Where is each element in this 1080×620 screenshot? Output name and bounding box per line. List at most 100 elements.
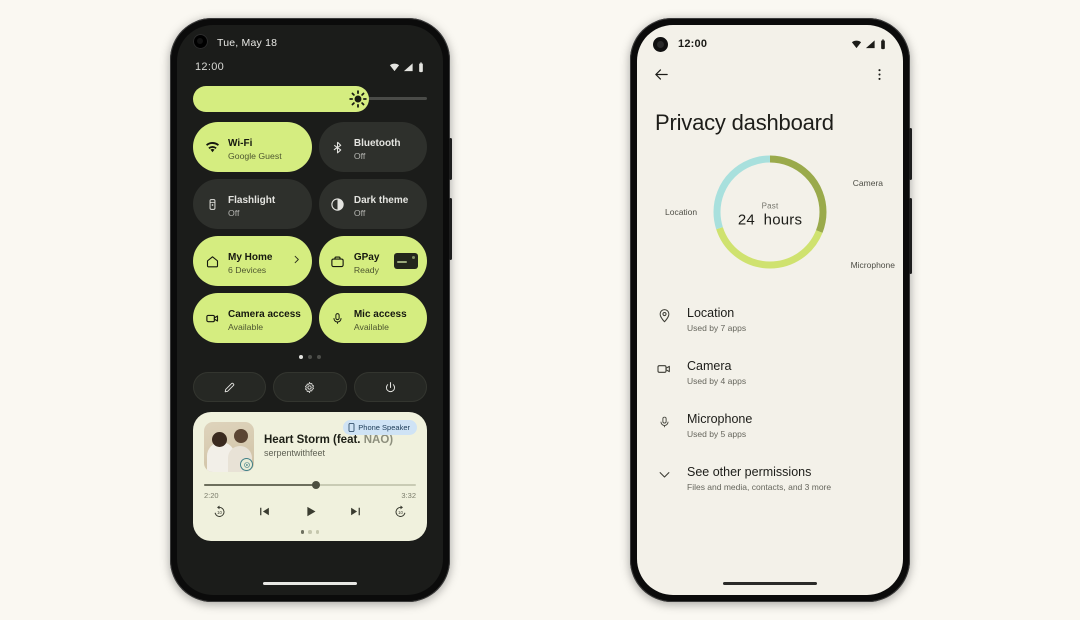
brightness-slider[interactable] xyxy=(193,86,427,112)
tile-my-home[interactable]: My Home 6 Devices xyxy=(193,236,312,286)
phone-icon xyxy=(348,423,355,432)
track-artist: serpentwithfeet xyxy=(264,448,326,458)
media-page-dot xyxy=(315,530,320,534)
power-icon xyxy=(385,381,395,392)
battery-icon xyxy=(881,38,885,49)
status-bar-right: 12:00 xyxy=(637,25,903,58)
gear-icon xyxy=(305,381,315,393)
tile-text: GPay Ready xyxy=(354,247,380,276)
app-bar xyxy=(637,58,903,88)
tile-wifi[interactable]: Wi-Fi Google Guest xyxy=(193,122,312,172)
camera-icon xyxy=(204,310,220,326)
album-art xyxy=(204,422,254,472)
svg-text:10: 10 xyxy=(217,510,222,515)
settings-button[interactable] xyxy=(273,372,347,402)
phone-device-right: 12:00 Privacy dashboard Past 24 hours Lo… xyxy=(630,18,912,602)
app-badge-icon xyxy=(241,459,252,470)
seek-fill xyxy=(204,484,317,486)
seek-knob[interactable] xyxy=(312,481,321,489)
list-item-microphone[interactable]: Microphone Used by 5 apps xyxy=(655,400,885,453)
battery-icon xyxy=(419,61,423,72)
wallet-icon xyxy=(330,253,346,269)
play-button[interactable] xyxy=(303,504,318,524)
tile-subtitle: Off xyxy=(228,207,240,218)
qs-page-indicator[interactable] xyxy=(177,355,443,359)
forward-10-icon: 10 xyxy=(395,505,406,517)
list-item-text: See other permissions Files and media, c… xyxy=(687,464,831,494)
donut-label-location: Location xyxy=(665,207,698,217)
play-icon xyxy=(306,506,315,517)
donut-center-label: Past 24 hours xyxy=(710,202,830,229)
next-track-button[interactable] xyxy=(348,504,363,524)
forward-10-button[interactable]: 10 xyxy=(393,504,408,524)
tile-text: Wi-Fi Google Guest xyxy=(228,133,282,162)
tile-mic-access[interactable]: Mic access Available xyxy=(318,293,427,343)
tile-subtitle: Available xyxy=(228,321,264,332)
cellular-signal-icon xyxy=(403,62,413,71)
location-pin-icon xyxy=(655,305,673,323)
status-time: 12:00 xyxy=(678,38,708,50)
tile-text: My Home 6 Devices xyxy=(228,247,272,276)
tile-flashlight[interactable]: Flashlight Off xyxy=(193,179,312,229)
track-title-feature: NAO) xyxy=(363,434,394,446)
tile-text: Mic access Available xyxy=(354,304,407,333)
donut-duration-unit: hours xyxy=(763,211,803,229)
status-bar-date-row: Tue, May 18 xyxy=(177,25,443,57)
media-page-indicator[interactable] xyxy=(204,530,416,534)
microphone-icon xyxy=(330,310,346,326)
permission-name: Microphone xyxy=(687,412,753,426)
list-item-location[interactable]: Location Used by 7 apps xyxy=(655,294,885,347)
screen-bezel-right: 12:00 Privacy dashboard Past 24 hours Lo… xyxy=(637,25,903,595)
previous-track-button[interactable] xyxy=(257,504,272,524)
donut-past-label: Past xyxy=(761,201,779,211)
permission-name: Camera xyxy=(687,359,732,373)
donut-duration-label: 24 hours xyxy=(710,212,830,229)
volume-button-left-phone[interactable] xyxy=(449,138,452,180)
chevron-right-icon[interactable] xyxy=(291,252,302,270)
output-device-chip[interactable]: Phone Speaker xyxy=(343,420,417,435)
list-item-camera[interactable]: Camera Used by 4 apps xyxy=(655,347,885,400)
flashlight-icon xyxy=(204,196,220,212)
gesture-nav-bar-left[interactable] xyxy=(263,582,357,585)
front-camera-punch-hole xyxy=(653,36,668,52)
permission-sub: Files and media, contacts, and 3 more xyxy=(687,482,832,492)
tile-camera-access[interactable]: Camera access Available xyxy=(193,293,312,343)
bluetooth-icon xyxy=(330,139,346,155)
album-head-left xyxy=(212,432,227,447)
quick-settings-tiles: Wi-Fi Google Guest Bluetooth Off Flashli… xyxy=(193,122,427,343)
tile-title: Dark theme xyxy=(353,194,409,206)
elapsed-time: 2:20 xyxy=(204,491,219,500)
power-side-button-left-phone[interactable] xyxy=(449,198,452,260)
edit-tiles-button[interactable] xyxy=(193,372,267,402)
donut-label-microphone: Microphone xyxy=(850,260,895,270)
screen-bezel-left: Tue, May 18 12:00 Wi-Fi Google Guest Blu… xyxy=(177,25,443,595)
rewind-10-button[interactable]: 10 xyxy=(212,504,227,524)
tile-title: Wi-Fi xyxy=(228,137,253,149)
wifi-icon xyxy=(204,139,220,155)
microphone-icon xyxy=(655,411,673,430)
tile-text: Camera access Available xyxy=(228,304,301,333)
brightness-fill xyxy=(193,86,369,112)
volume-button-right-phone[interactable] xyxy=(909,198,912,274)
tile-dark-theme[interactable]: Dark theme Off xyxy=(318,179,427,229)
list-item-see-other-permissions[interactable]: See other permissions Files and media, c… xyxy=(655,453,885,506)
media-player-card[interactable]: Phone Speaker Heart Storm (feat. NAO) se… xyxy=(193,412,427,541)
transport-controls: 10 10 xyxy=(204,500,416,524)
list-item-text: Location Used by 7 apps xyxy=(687,305,746,335)
back-button[interactable] xyxy=(653,66,670,88)
permissions-list: Location Used by 7 apps Camera Used by 4… xyxy=(637,294,903,506)
power-button[interactable] xyxy=(353,372,427,402)
svg-text:10: 10 xyxy=(398,510,403,515)
status-bar-icons-row: 12:00 xyxy=(177,57,443,73)
tile-subtitle: Available xyxy=(353,321,389,332)
quick-settings-screen: Tue, May 18 12:00 Wi-Fi Google Guest Blu… xyxy=(177,25,443,595)
tile-bluetooth[interactable]: Bluetooth Off xyxy=(318,122,427,172)
tile-title: My Home xyxy=(228,251,273,263)
privacy-usage-donut-chart: Past 24 hours Location Camera Microphone xyxy=(645,150,895,280)
power-side-button-right-phone[interactable] xyxy=(909,128,912,180)
tile-gpay[interactable]: GPay Ready xyxy=(318,236,427,286)
overflow-menu-button[interactable] xyxy=(872,67,887,87)
more-options-icon xyxy=(878,69,881,80)
seek-bar[interactable] xyxy=(204,480,416,490)
gesture-nav-bar-right[interactable] xyxy=(723,582,817,585)
